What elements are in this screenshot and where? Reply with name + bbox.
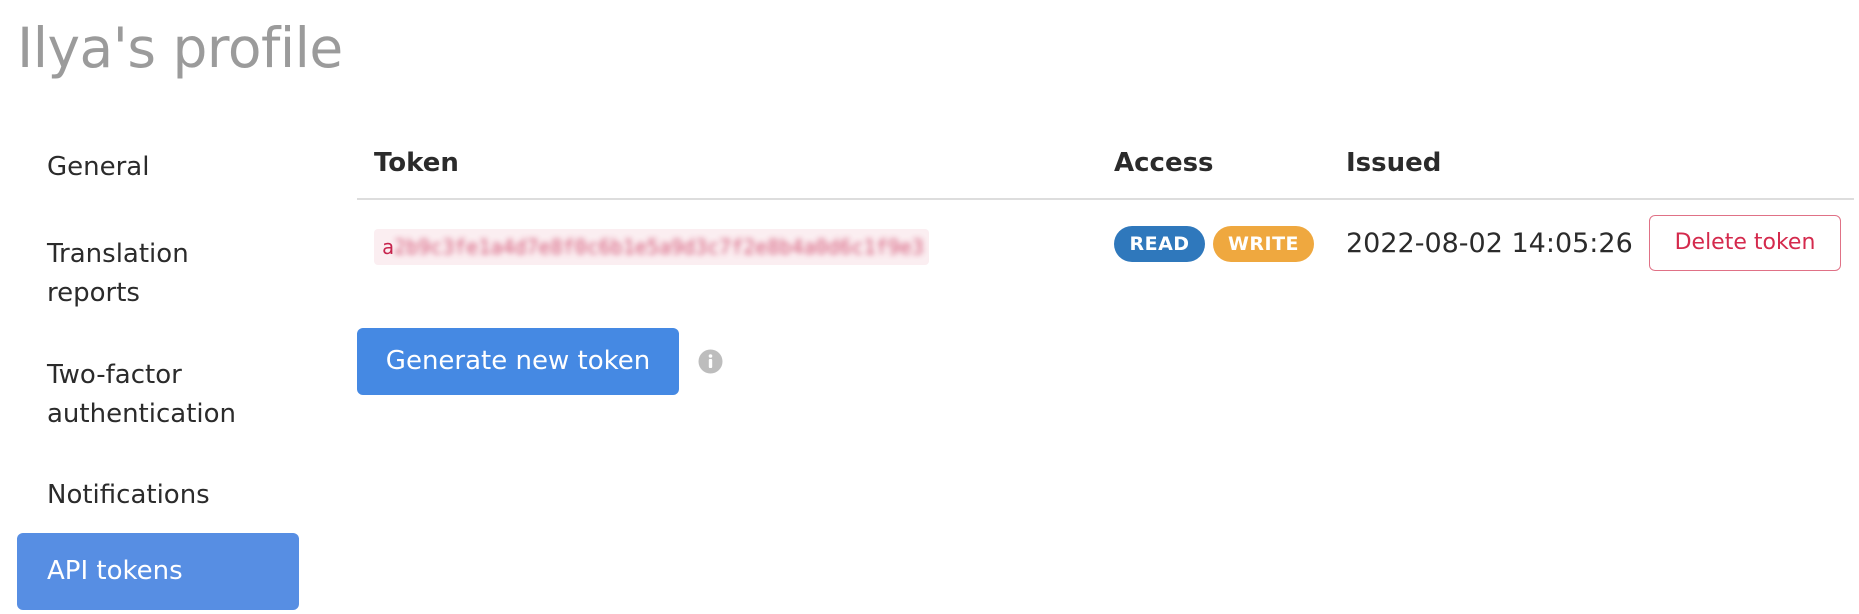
access-badge-read: READ [1114, 226, 1205, 262]
page-title: Ilya's profile [17, 16, 343, 80]
sidebar-item-two-factor-authentication[interactable]: Two-factor authentication [17, 346, 247, 444]
sidebar-item-api-tokens[interactable]: API tokens [17, 533, 299, 610]
sidebar-item-label: Two-factor authentication [47, 360, 237, 429]
info-icon[interactable] [697, 348, 724, 375]
sidebar-item-label: General [47, 152, 150, 182]
sidebar-item-label: Notifications [47, 480, 210, 510]
sidebar-item-label: API tokens [47, 556, 183, 586]
sidebar-item-label: Translation reports [47, 239, 189, 308]
api-tokens-panel: Token Access Issued a2b9c3fe1a4d7e8f0c6b… [357, 130, 1854, 395]
token-value[interactable]: a2b9c3fe1a4d7e8f0c6b1e5a9d3c7f2e8b4a0d6c… [374, 229, 929, 265]
column-header-access: Access [1114, 148, 1214, 178]
token-actions: Generate new token [357, 328, 957, 395]
table-header: Token Access Issued [357, 130, 1854, 200]
column-header-token: Token [374, 148, 459, 178]
delete-token-button[interactable]: Delete token [1649, 215, 1841, 271]
sidebar-item-translation-reports[interactable]: Translation reports [17, 225, 217, 323]
token-value-prefix: a [382, 235, 395, 259]
column-header-issued: Issued [1346, 148, 1442, 178]
access-badge-write: WRITE [1213, 226, 1314, 262]
sidebar-item-notifications[interactable]: Notifications [17, 466, 299, 525]
issued-date: 2022-08-02 14:05:26 [1346, 228, 1633, 259]
token-value-obscured: 2b9c3fe1a4d7e8f0c6b1e5a9d3c7f2e8b4a0d6c1… [394, 235, 924, 259]
sidebar-item-general[interactable]: General [17, 138, 299, 197]
generate-new-token-button[interactable]: Generate new token [357, 328, 679, 395]
table-row: a2b9c3fe1a4d7e8f0c6b1e5a9d3c7f2e8b4a0d6c… [357, 200, 1854, 290]
